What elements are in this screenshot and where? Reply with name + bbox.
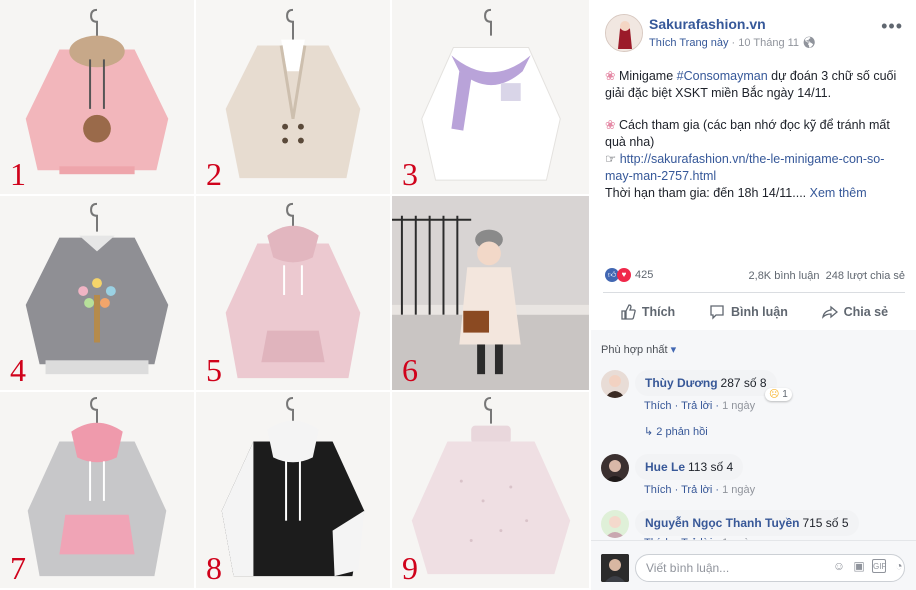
comment-count-link[interactable]: 2,8K bình luận xyxy=(749,270,820,282)
product-image-4[interactable]: 4 xyxy=(0,196,196,392)
reaction-icons[interactable]: 👍︎ ♥ 425 xyxy=(605,268,653,282)
comment-reply-link[interactable]: Trả lời xyxy=(681,400,712,412)
pointing-hand-icon: ☞ xyxy=(605,152,617,166)
comment-composer: Viết bình luận... ☺ ▣ GIF ◔ xyxy=(591,540,916,590)
camera-icon[interactable]: ▣ xyxy=(852,559,866,573)
reaction-summary: 👍︎ ♥ 425 2,8K bình luận 248 lượt chia sẻ xyxy=(605,268,905,286)
view-replies-link[interactable]: ↳ 2 phản hồi xyxy=(644,425,708,438)
product-image-9[interactable]: 9 xyxy=(392,392,591,590)
comment-item: Hue Le 113 số 4 Thích · Trả lời · 1 ngày xyxy=(601,454,901,500)
pink-turtleneck-sweater-illustration xyxy=(392,392,589,588)
product-image-8[interactable]: 8 xyxy=(196,392,392,590)
comment-item: Thùy Dương 287 số 8 ☹ 1 Thích · Trả lời ·… xyxy=(601,370,901,440)
product-image-3[interactable]: 3 xyxy=(392,0,591,196)
product-image-5[interactable]: 5 xyxy=(196,196,392,392)
comment-reaction-badge[interactable]: ☹ 1 xyxy=(765,388,792,401)
reply-arrow-icon: ↳ xyxy=(644,426,654,438)
comment-sort-dropdown[interactable]: Phù hợp nhất ▾ xyxy=(601,343,676,356)
comment-time[interactable]: 1 ngày xyxy=(722,400,755,412)
product-number: 8 xyxy=(206,550,222,586)
comment-icon xyxy=(710,305,724,320)
girl-in-coat-photo-illustration xyxy=(392,196,589,390)
comment-text: 287 số 8 xyxy=(720,376,767,390)
avatar[interactable] xyxy=(601,554,629,582)
post-paragraph-1: ❀ Minigame #Consomayman dự đoán 3 chữ số… xyxy=(605,69,897,100)
comment-actions: Thích · Trả lời · 1 ngày xyxy=(644,484,756,496)
comment-actions: Thích · Trả lời · 1 ngày xyxy=(644,400,756,412)
flower-icon: ❀ xyxy=(605,69,616,83)
product-number: 2 xyxy=(206,156,222,192)
love-reaction-icon: ♥ xyxy=(617,268,631,282)
sticker-icon[interactable]: ◔ xyxy=(892,559,906,573)
sad-reaction-icon: ☹ xyxy=(769,389,780,400)
comment-bubble: Nguyễn Ngọc Thanh Tuyền 715 số 5 xyxy=(635,510,859,536)
reaction-count: 425 xyxy=(635,269,654,281)
commenter-name[interactable]: Thùy Dương xyxy=(645,376,718,390)
globe-icon: 🌎︎ xyxy=(802,37,817,49)
comment-item: Nguyễn Ngọc Thanh Tuyền715 số 5 Thích · … xyxy=(601,510,901,549)
beige-blazer-illustration xyxy=(196,0,390,194)
post-body: ❀ Minigame #Consomayman dự đoán 3 chữ số… xyxy=(605,68,905,217)
avatar[interactable] xyxy=(601,370,629,398)
thumbs-up-icon xyxy=(621,304,636,320)
page-name-link[interactable]: Sakurafashion.vn xyxy=(649,16,766,32)
product-image-2[interactable]: 2 xyxy=(196,0,392,196)
comment-time[interactable]: 1 ngày xyxy=(722,484,755,496)
product-number: 1 xyxy=(10,156,26,192)
post-header: Sakurafashion.vn Thích Trang này · 10 Th… xyxy=(605,14,905,54)
product-number: 6 xyxy=(402,352,418,388)
post-paragraph-2: ❀ Cách tham gia (các bạn nhớ đọc kỹ để t… xyxy=(605,118,890,200)
product-image-1[interactable]: 1 xyxy=(0,0,196,196)
flower-icon: ❀ xyxy=(605,118,616,132)
facebook-post-panel: Sakurafashion.vn Thích Trang này · 10 Th… xyxy=(591,0,916,590)
product-number: 9 xyxy=(402,550,418,586)
composer-icons: ☺ ▣ GIF ◔ xyxy=(832,559,906,573)
more-options-icon[interactable]: ••• xyxy=(881,16,903,37)
comment-text: 715 số 5 xyxy=(802,516,849,530)
comment-button[interactable]: Bình luận xyxy=(709,296,788,328)
comment-like-link[interactable]: Thích xyxy=(644,400,672,412)
share-icon xyxy=(821,305,838,319)
grey-pink-hoodie-illustration xyxy=(0,392,194,588)
post-date[interactable]: 10 Tháng 11 xyxy=(738,37,799,49)
black-white-cat-hoodie-illustration xyxy=(196,392,390,588)
commenter-name[interactable]: Nguyễn Ngọc Thanh Tuyền xyxy=(645,516,799,530)
like-page-link[interactable]: Thích Trang này xyxy=(649,37,729,49)
hashtag-link[interactable]: #Consomayman xyxy=(677,69,768,83)
avatar[interactable] xyxy=(601,454,629,482)
product-number: 5 xyxy=(206,352,222,388)
engagement-counts: 2,8K bình luận 248 lượt chia sẻ xyxy=(749,270,905,282)
comment-bubble: Thùy Dương 287 số 8 xyxy=(635,370,777,396)
comment-like-link[interactable]: Thích xyxy=(644,484,672,496)
page-avatar[interactable] xyxy=(605,14,643,52)
product-number: 3 xyxy=(402,156,418,192)
white-sweater-purple-scarf-illustration xyxy=(392,0,589,194)
see-more-link[interactable]: Xem thêm xyxy=(810,186,867,200)
comments-section: Phù hợp nhất ▾ Thùy Dương 287 số 8 ☹ 1 Th… xyxy=(591,330,916,549)
share-button[interactable]: Chia sẻ xyxy=(821,296,888,328)
avatar[interactable] xyxy=(601,510,629,538)
caret-down-icon: ▾ xyxy=(670,344,677,356)
post-meta: Thích Trang này · 10 Tháng 11 🌎︎ xyxy=(649,37,817,49)
pink-deer-hoodie-illustration xyxy=(0,0,194,194)
comment-bubble: Hue Le 113 số 4 xyxy=(635,454,744,480)
pink-hoodie-illustration xyxy=(196,196,390,390)
post-actions: Thích Bình luận Chia sẻ xyxy=(603,296,905,328)
comment-reply-link[interactable]: Trả lời xyxy=(681,484,712,496)
product-image-7[interactable]: 7 xyxy=(0,392,196,590)
grey-tree-sweater-illustration xyxy=(0,196,194,390)
like-button[interactable]: Thích xyxy=(620,296,675,328)
product-number: 4 xyxy=(10,352,26,388)
comment-text: 113 số 4 xyxy=(688,460,734,474)
commenter-name[interactable]: Hue Le xyxy=(645,460,685,474)
share-count-link[interactable]: 248 lượt chia sẻ xyxy=(826,270,905,282)
divider xyxy=(603,292,905,293)
gif-icon[interactable]: GIF xyxy=(872,559,886,573)
emoji-icon[interactable]: ☺ xyxy=(832,559,846,573)
rules-link[interactable]: http://sakurafashion.vn/the-le-minigame-… xyxy=(605,152,884,183)
product-image-6[interactable]: 6 xyxy=(392,196,591,392)
product-number: 7 xyxy=(10,550,26,586)
product-image-grid: 1 2 3 4 5 6 7 8 9 xyxy=(0,0,591,590)
